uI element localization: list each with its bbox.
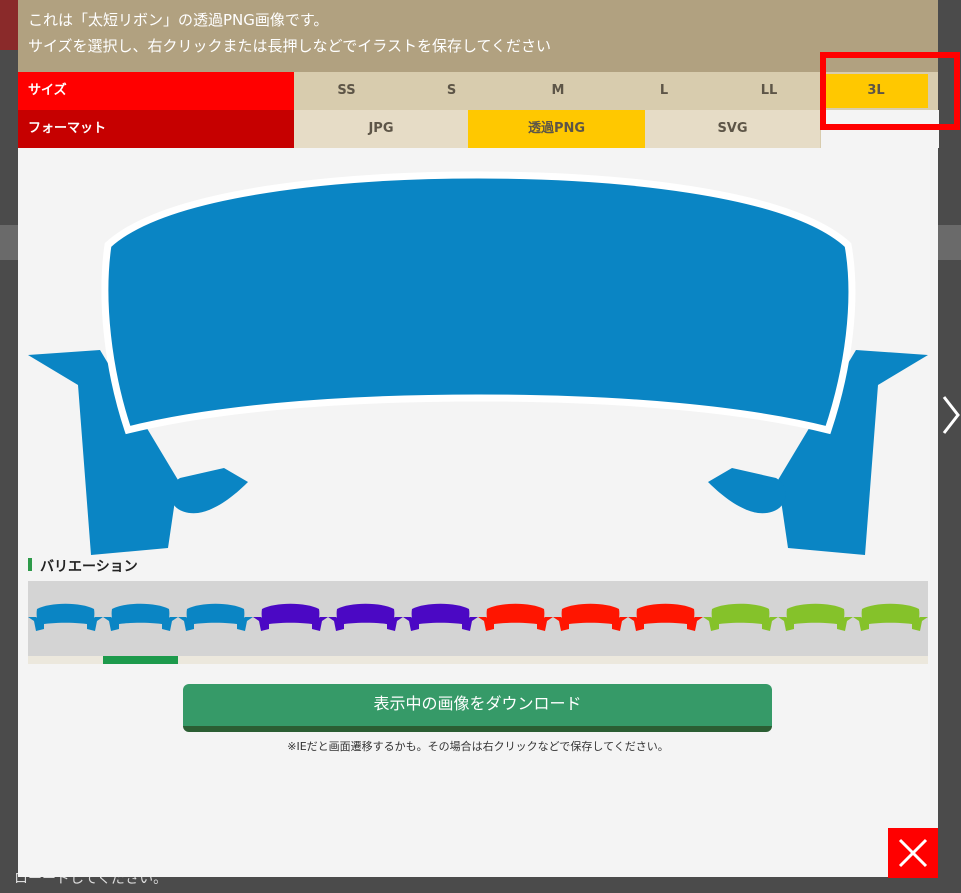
format-option-png[interactable]: 透過PNG: [468, 110, 645, 148]
close-button[interactable]: [888, 828, 938, 878]
format-label: フォーマット: [18, 110, 294, 148]
variation-label: バリエーション: [40, 559, 138, 575]
selection-highlight-box: [820, 52, 960, 130]
ribbon-icon: [478, 603, 553, 631]
variation-thumbnail[interactable]: [178, 599, 253, 639]
ribbon-icon: [703, 603, 778, 631]
format-selector: フォーマット JPG 透過PNG SVG: [18, 110, 939, 148]
variation-heading-marker: [28, 558, 32, 571]
close-icon: [898, 838, 928, 868]
background-band: [0, 225, 18, 260]
ribbon-icon: [103, 603, 178, 631]
variation-thumbnail[interactable]: [553, 599, 628, 639]
ribbon-icon: [628, 603, 703, 631]
ribbon-illustration: [28, 171, 928, 555]
background-header-strip: [0, 0, 18, 50]
background-band-right: [938, 225, 961, 260]
thumbnail-scrollbar-thumb[interactable]: [103, 656, 178, 664]
size-option-ss[interactable]: SS: [294, 72, 399, 110]
size-option-ll[interactable]: LL: [716, 72, 822, 110]
variation-thumbnail[interactable]: [628, 599, 703, 639]
variation-thumbnail[interactable]: [853, 599, 928, 639]
ribbon-icon: [178, 603, 253, 631]
size-option-s[interactable]: S: [399, 72, 504, 110]
variation-thumbnail[interactable]: [28, 599, 103, 639]
info-line-instructions: サイズを選択し、右クリックまたは長押しなどでイラストを保存してください: [28, 37, 552, 55]
ribbon-icon: [403, 603, 478, 631]
variation-thumbnail[interactable]: [328, 599, 403, 639]
variation-thumbnail[interactable]: [403, 599, 478, 639]
chevron-right-icon[interactable]: [940, 385, 961, 445]
size-selector: サイズ SS S M L LL 3L: [18, 72, 938, 110]
info-header: これは「太短リボン」の透過PNG画像です。 サイズを選択し、右クリックまたは長押…: [18, 0, 938, 72]
variation-thumbnail[interactable]: [103, 599, 178, 639]
variation-thumbnails: [28, 581, 928, 656]
thumbnail-scrollbar[interactable]: [28, 656, 928, 664]
variation-thumbnail[interactable]: [703, 599, 778, 639]
ribbon-icon: [253, 603, 328, 631]
size-label: サイズ: [18, 72, 294, 110]
ribbon-icon: [328, 603, 403, 631]
variation-thumbnail[interactable]: [478, 599, 553, 639]
ribbon-icon: [28, 603, 103, 631]
size-option-m[interactable]: M: [504, 72, 612, 110]
size-option-l[interactable]: L: [612, 72, 716, 110]
ribbon-icon: [778, 603, 853, 631]
format-option-svg[interactable]: SVG: [645, 110, 820, 148]
format-option-jpg[interactable]: JPG: [294, 110, 468, 148]
variation-thumbnail[interactable]: [253, 599, 328, 639]
variation-thumbnail[interactable]: [778, 599, 853, 639]
illustration-modal: これは「太短リボン」の透過PNG画像です。 サイズを選択し、右クリックまたは長押…: [18, 0, 960, 877]
ribbon-icon: [553, 603, 628, 631]
ribbon-icon: [853, 603, 928, 631]
download-note: ※IEだと画面遷移するかも。その場合は右クリックなどで保存してください。: [287, 740, 669, 753]
info-line-title: これは「太短リボン」の透過PNG画像です。: [28, 11, 329, 29]
download-button[interactable]: 表示中の画像をダウンロード: [183, 684, 772, 732]
